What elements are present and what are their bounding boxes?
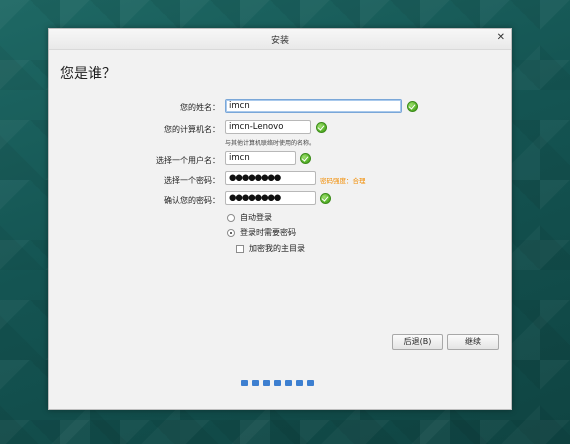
confirm-password-valid-icon xyxy=(320,193,331,204)
username-valid-icon xyxy=(300,153,311,164)
page-heading: 您是谁？ xyxy=(60,66,116,82)
require-password-option[interactable]: 登录时需要密码 xyxy=(227,227,296,238)
back-button[interactable]: 后退(B) xyxy=(392,334,443,350)
auto-login-radio[interactable] xyxy=(227,213,235,222)
progress-step xyxy=(307,380,314,386)
progress-step xyxy=(252,380,259,386)
computer-name-hint: 与其他计算机联络时使用的名称。 xyxy=(225,140,316,147)
name-valid-icon xyxy=(407,101,418,112)
progress-step xyxy=(296,380,303,386)
computer-name-valid-icon xyxy=(316,122,327,133)
password-strength: 密码强度：合理 xyxy=(320,177,366,185)
progress-step xyxy=(274,380,281,386)
require-password-radio[interactable] xyxy=(227,228,235,237)
progress-step xyxy=(263,380,270,386)
computer-name-field[interactable]: imcn-Lenovo xyxy=(225,120,311,134)
username-label: 选择一个用户名： xyxy=(156,156,220,165)
require-password-label: 登录时需要密码 xyxy=(240,228,296,237)
titlebar: 安装 ✕ xyxy=(49,29,511,50)
encrypt-home-option[interactable]: 加密我的主目录 xyxy=(236,243,305,254)
name-field[interactable]: imcn xyxy=(225,99,402,113)
password-label: 选择一个密码： xyxy=(164,176,220,185)
encrypt-home-checkbox[interactable] xyxy=(236,244,244,253)
progress-step xyxy=(241,380,248,386)
name-label: 您的姓名： xyxy=(180,103,220,112)
encrypt-home-label: 加密我的主目录 xyxy=(249,244,305,253)
installer-window: 安装 ✕ 您是谁？ 您的姓名： imcn 您的计算机名： imcn-Lenovo… xyxy=(48,28,512,410)
username-field[interactable]: imcn xyxy=(225,151,296,165)
progress-step xyxy=(285,380,292,386)
confirm-password-label: 确认您的密码： xyxy=(164,196,220,205)
auto-login-label: 自动登录 xyxy=(240,213,272,222)
confirm-password-field[interactable]: ●●●●●●●● xyxy=(225,191,316,205)
progress-steps xyxy=(241,380,314,386)
password-field[interactable]: ●●●●●●●● xyxy=(225,171,316,185)
continue-button[interactable]: 继续 xyxy=(447,334,499,350)
close-icon[interactable]: ✕ xyxy=(497,32,505,43)
auto-login-option[interactable]: 自动登录 xyxy=(227,212,272,223)
window-title: 安装 xyxy=(270,36,289,46)
computer-name-label: 您的计算机名： xyxy=(164,125,220,134)
